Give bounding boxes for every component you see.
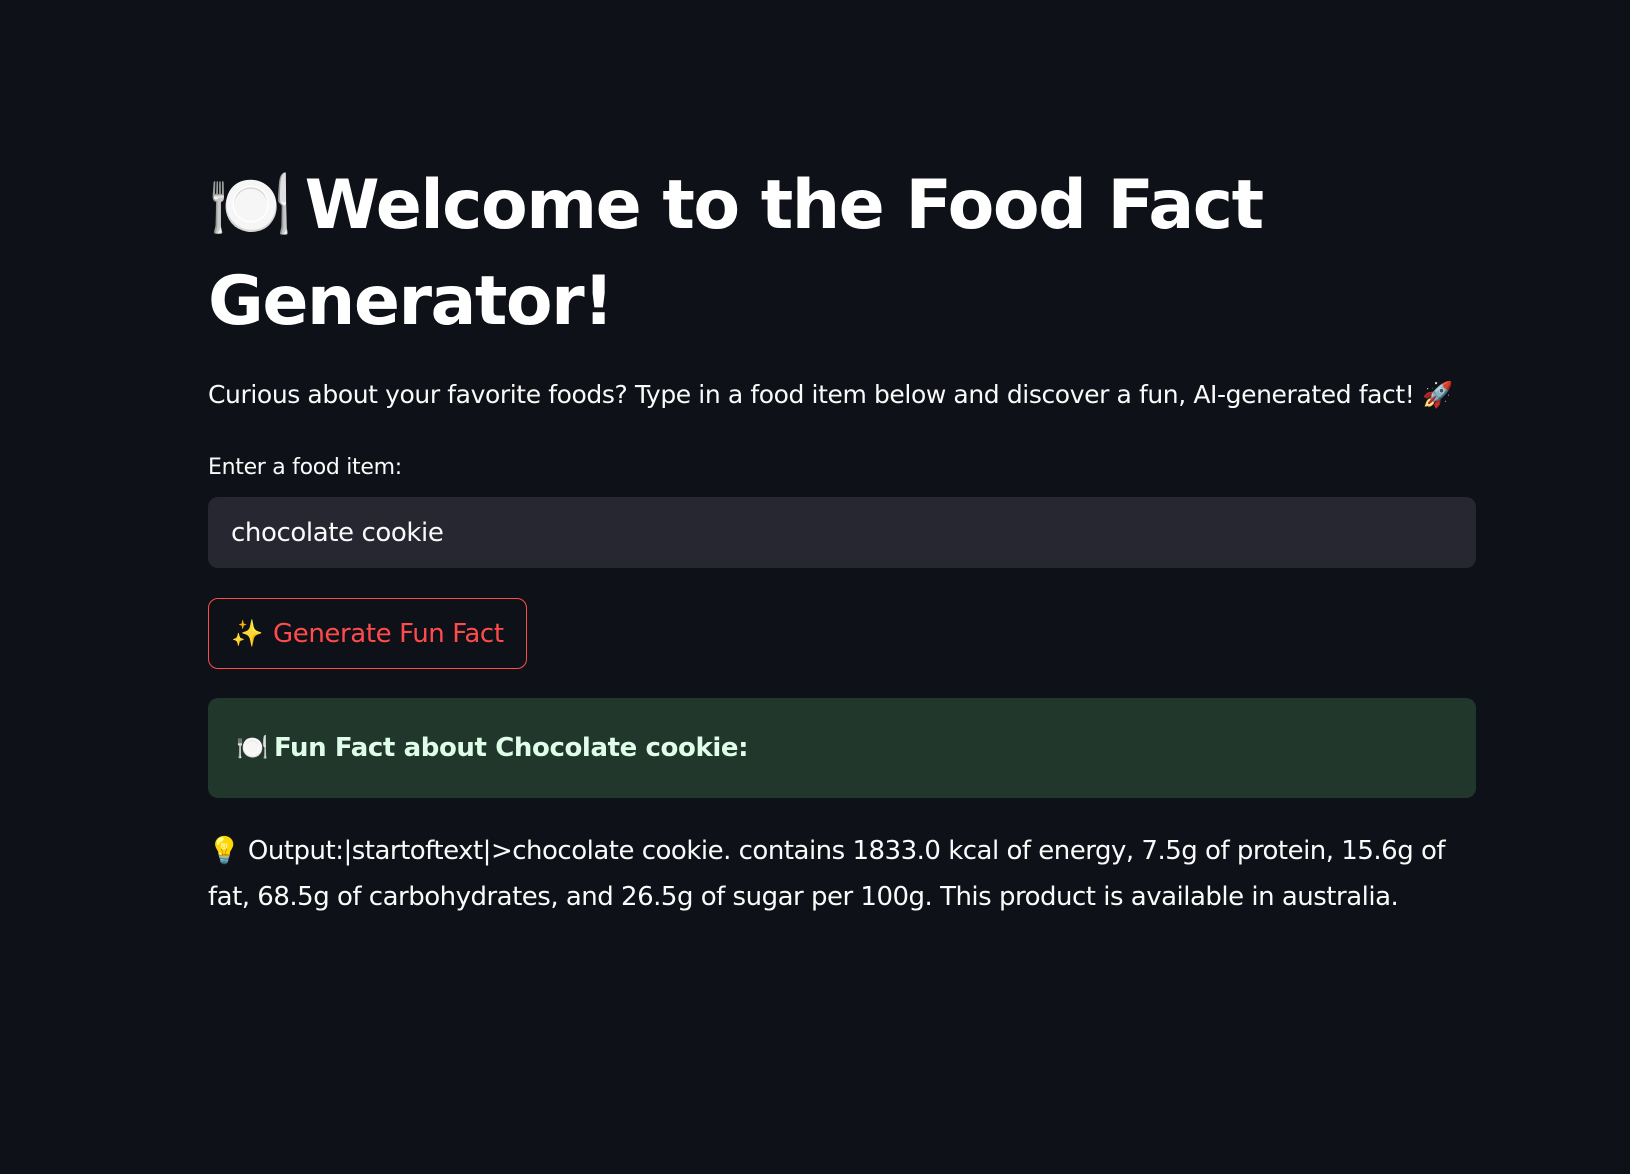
success-alert: 🍽️ Fun Fact about Chocolate cookie: [208, 698, 1476, 798]
food-item-input[interactable] [208, 497, 1476, 568]
lightbulb-icon: 💡 [208, 836, 240, 866]
generate-fun-fact-button[interactable]: ✨ Generate Fun Fact [208, 598, 527, 669]
page-title-text: Welcome to the Food Fact Generator! [208, 166, 1264, 341]
fun-fact-output: 💡 Output:|startoftext|>chocolate cookie. … [208, 828, 1476, 920]
generate-button-label: Generate Fun Fact [272, 618, 504, 649]
plate-cutlery-icon: 🍽️ [236, 733, 268, 763]
sparkles-icon: ✨ [231, 618, 263, 649]
page-title: 🍽️ Welcome to the Food Fact Generator! [208, 158, 1476, 350]
fun-fact-output-text: Output:|startoftext|>chocolate cookie. c… [208, 836, 1446, 912]
intro-text: Curious about your favorite foods? Type … [208, 380, 1453, 409]
fun-fact-heading: Fun Fact about Chocolate cookie: [273, 733, 749, 763]
food-input-label: Enter a food item: [208, 455, 402, 480]
plate-cutlery-icon: 🍽️ [208, 166, 293, 245]
